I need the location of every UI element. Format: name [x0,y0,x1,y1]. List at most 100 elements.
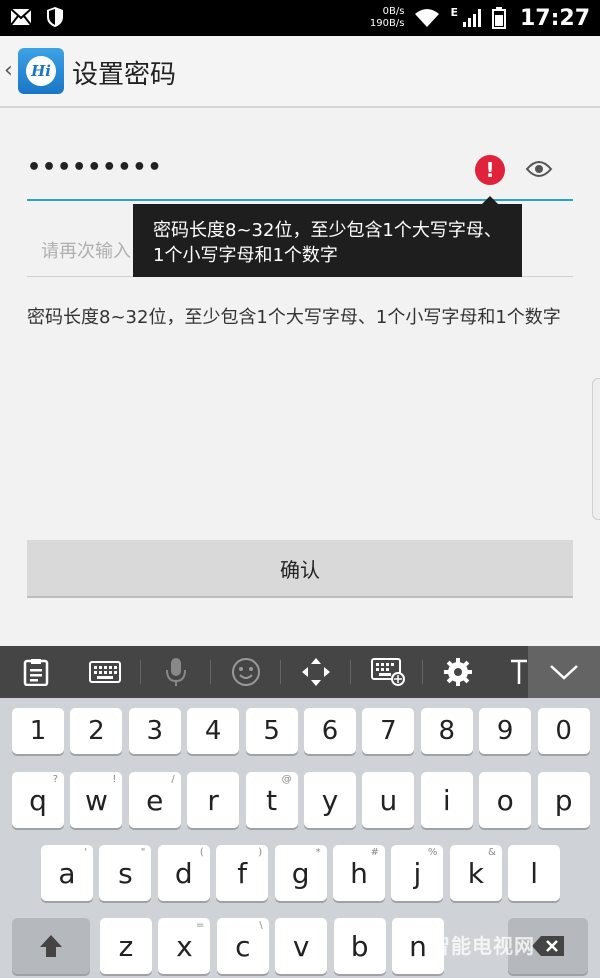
keyboard-key[interactable]: b [333,918,386,974]
key-label: f [237,856,248,890]
keyboard-key[interactable]: x = [158,918,211,974]
keyboard-icon[interactable] [80,646,130,698]
gear-icon[interactable] [438,646,478,698]
key-label: y [321,783,339,817]
network-speed: 0B/s 190B/s [370,6,405,30]
key-secondary-label: % [427,847,438,858]
key-label: w [84,783,108,817]
collapse-icon[interactable] [528,646,600,698]
emoji-icon[interactable] [226,646,266,698]
keyboard-key[interactable]: h # [333,845,385,901]
key-secondary-label: / [171,774,175,785]
key-secondary-label: # [370,847,379,858]
password-input[interactable]: ••••••••• [27,155,163,180]
key-secondary-label: @ [281,774,292,785]
key-label: 0 [555,716,572,746]
key-label: q [29,783,47,817]
toolbar-separator [210,660,211,684]
key-label: 8 [438,716,456,746]
scroll-edge [592,378,600,520]
keyboard-key[interactable]: g * [274,845,327,901]
key-label: k [467,856,484,890]
keyboard-key[interactable]: f) [216,845,269,901]
keyboard-key[interactable]: q? [12,772,64,828]
wifi-icon [415,9,440,27]
keyboard-key[interactable]: k & [449,845,502,901]
status-bar: 0B/s 190B/s E 17:27 [0,0,600,36]
cursor-move-icon[interactable] [296,646,336,698]
keyboard-key[interactable]: r [187,772,240,828]
keyboard-key[interactable]: s " [99,845,152,901]
key-label: l [530,856,539,890]
key-label: 3 [146,716,164,746]
key-secondary-label: \ [259,920,263,931]
toolbar-separator [280,660,281,684]
keyboard-key[interactable]: t @ [245,772,298,828]
keyboard-key[interactable]: 1 [12,708,64,754]
key-label: x [176,929,193,963]
keyboard-key[interactable]: v [275,918,328,974]
keyboard-key[interactable]: 9 [479,708,532,754]
key-secondary-label: " [140,847,146,858]
app-logo[interactable]: Hi [18,48,64,94]
keyboard-key[interactable]: a ' [41,845,93,901]
text-icon[interactable] [508,646,530,698]
key-label: 5 [263,716,280,746]
keyboard-key[interactable]: 2 [70,708,123,754]
key-label: 2 [88,716,105,746]
keyboard-key[interactable]: p [537,772,590,828]
back-icon[interactable]: ‹ [4,58,13,83]
key-secondary-label: = [196,920,205,931]
error-tooltip: 密码长度8~32位，至少包含1个大写字母、1个小写字母和1个数字 [133,204,522,277]
key-label: 9 [496,716,514,746]
keyboard-key[interactable]: c \ [216,918,269,974]
password-field[interactable]: ••••••••• ! [27,145,573,201]
key-label: e [146,783,164,817]
eye-icon[interactable] [525,159,553,179]
keyboard-key[interactable]: 8 [420,708,473,754]
shift-key[interactable] [12,918,90,974]
confirm-password-placeholder: 请再次输入 [41,241,131,262]
key-label: g [291,856,310,890]
keyboard-key[interactable]: 7 [362,708,415,754]
keyboard-key[interactable]: i [420,772,473,828]
key-label: v [292,929,310,963]
toolbar-separator [422,660,423,684]
keyboard-key[interactable]: z [100,918,152,974]
mail-icon [10,8,32,26]
keyboard-key[interactable]: l [508,845,561,901]
keyboard-key[interactable]: j% [391,845,444,901]
keyboard-key[interactable]: d( [157,845,210,901]
key-label: a [58,856,76,890]
keyboard-key[interactable]: w! [70,772,123,828]
key-label: b [350,929,369,963]
page-title: 设置密码 [72,60,177,90]
keyboard-key[interactable]: 0 [537,708,590,754]
toolbar-separator [140,660,141,684]
keyboard-key[interactable]: o [479,772,532,828]
toolbar-separator [350,660,351,684]
clipboard-icon[interactable] [14,646,58,698]
keyboard-settings-icon[interactable] [366,646,410,698]
key-label: h [350,856,368,890]
error-icon[interactable]: ! [475,155,505,185]
backspace-icon [532,936,564,956]
keyboard-key[interactable]: 3 [128,708,181,754]
key-label: 6 [321,716,339,746]
key-label: 1 [29,716,47,746]
key-label: p [554,783,573,817]
keyboard-key[interactable]: 5 [245,708,298,754]
network-type: E [450,5,458,19]
speed-down: 190B/s [369,18,405,29]
keyboard-key[interactable]: u [362,772,415,828]
keyboard-key[interactable]: 6 [304,708,356,754]
key-label: c [235,929,251,963]
key-secondary-label: & [487,847,496,858]
keyboard-key[interactable]: 4 [187,708,240,754]
key-secondary-label: ' [84,847,87,858]
battery-icon [491,7,506,29]
keyboard-key[interactable]: e / [128,772,181,828]
confirm-button[interactable]: 确认 [27,540,573,598]
keyboard-key[interactable]: y [304,772,356,828]
mic-icon[interactable] [156,646,196,698]
